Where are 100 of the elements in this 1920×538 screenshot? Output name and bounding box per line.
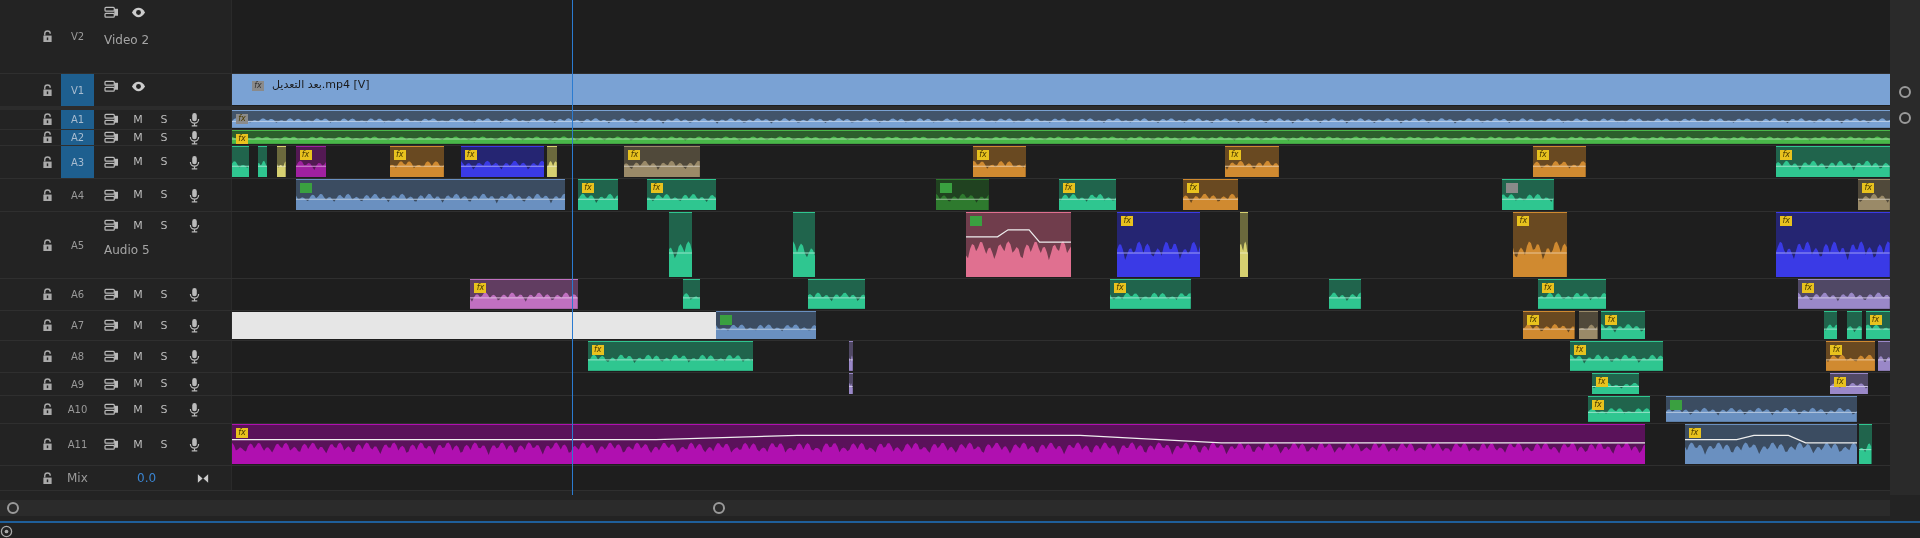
track-target-button[interactable]: A1 — [61, 110, 94, 129]
track-target-button[interactable]: A3 — [61, 146, 94, 178]
audio-clip[interactable]: fx — [1776, 212, 1890, 277]
audio-clip[interactable]: fx — [1109, 279, 1191, 309]
audio-clip[interactable] — [1579, 311, 1598, 339]
track-lane[interactable]: fx fx — [232, 373, 1890, 395]
lock-icon[interactable] — [42, 30, 53, 43]
audio-clip[interactable]: fx — [1865, 311, 1890, 339]
lock-icon[interactable] — [42, 155, 53, 169]
lock-icon[interactable] — [42, 131, 53, 144]
track-lane[interactable]: fx fx fx — [232, 212, 1890, 278]
audio-clip[interactable]: fx — [624, 146, 701, 177]
microphone-icon[interactable] — [189, 376, 200, 392]
track-lane[interactable]: fx fx fx fx fx fx fx fx — [232, 146, 1890, 178]
audio-clip[interactable] — [807, 279, 866, 309]
audio-clip[interactable] — [683, 279, 701, 309]
track-toggle-icon[interactable] — [104, 438, 119, 451]
audio-clip[interactable]: fx — [1183, 179, 1239, 210]
solo-button[interactable]: S — [157, 156, 171, 168]
audio-clip[interactable]: fx — [1224, 146, 1279, 177]
audio-clip[interactable] — [295, 179, 565, 210]
scroll-handle-icon[interactable] — [713, 502, 725, 514]
track-lane[interactable]: fx fx fx — [232, 341, 1890, 372]
eye-icon[interactable] — [131, 6, 146, 19]
audio-clip[interactable]: fx — [1826, 341, 1876, 371]
audio-clip[interactable] — [849, 341, 854, 371]
sync-icon[interactable] — [0, 525, 13, 538]
audio-clip[interactable] — [1847, 311, 1862, 339]
mute-button[interactable]: M — [131, 189, 145, 201]
audio-clip[interactable]: fx — [972, 146, 1026, 177]
lock-icon[interactable] — [42, 319, 53, 332]
audio-clip[interactable]: fx — [1537, 279, 1607, 309]
track-toggle-icon[interactable] — [104, 377, 119, 391]
audio-clip[interactable]: fx — [1684, 424, 1857, 464]
microphone-icon[interactable] — [189, 154, 200, 170]
solo-button[interactable]: S — [157, 378, 171, 390]
audio-clip[interactable] — [1877, 341, 1890, 371]
audio-clip[interactable]: fx — [232, 130, 1890, 144]
audio-clip[interactable]: fx — [646, 179, 717, 210]
audio-clip[interactable] — [793, 212, 816, 277]
audio-clip[interactable]: fx — [295, 146, 327, 177]
track-lane[interactable] — [232, 0, 1890, 73]
track-toggle-icon[interactable] — [104, 319, 119, 332]
solo-button[interactable]: S — [157, 319, 171, 332]
audio-clip[interactable]: fx — [1798, 279, 1890, 309]
audio-clip[interactable]: fx — [587, 341, 753, 371]
lock-icon[interactable] — [42, 350, 53, 363]
lock-icon[interactable] — [42, 238, 53, 252]
track-toggle-icon[interactable] — [104, 6, 119, 19]
track-toggle-icon[interactable] — [104, 131, 119, 144]
audio-clip[interactable] — [257, 146, 268, 177]
lock-icon[interactable] — [42, 438, 53, 451]
vertical-scrollbar[interactable] — [1890, 0, 1920, 495]
track-target-button[interactable]: A2 — [61, 130, 94, 145]
track-toggle-icon[interactable] — [104, 113, 119, 126]
audio-clip[interactable]: fx — [1858, 179, 1890, 210]
lock-icon[interactable] — [42, 377, 53, 391]
audio-clip[interactable] — [849, 373, 854, 394]
scroll-handle-icon[interactable] — [1899, 86, 1911, 98]
microphone-icon[interactable] — [189, 187, 200, 203]
audio-clip[interactable]: fx — [1569, 341, 1663, 371]
audio-clip[interactable]: fx — [1601, 311, 1646, 339]
audio-clip[interactable]: fx — [470, 279, 578, 309]
horizontal-scrollbar[interactable] — [0, 500, 1890, 516]
audio-clip[interactable]: fx — [1532, 146, 1586, 177]
mute-button[interactable]: M — [131, 438, 145, 451]
microphone-icon[interactable] — [189, 287, 200, 302]
eye-icon[interactable] — [131, 80, 146, 93]
audio-clip[interactable]: fx — [1591, 373, 1640, 394]
solo-button[interactable]: S — [157, 113, 171, 126]
microphone-icon[interactable] — [189, 112, 200, 127]
solo-button[interactable]: S — [157, 288, 171, 301]
mute-button[interactable]: M — [131, 350, 145, 363]
audio-clip[interactable]: fx — [1117, 212, 1201, 277]
audio-clip[interactable]: fx — [1058, 179, 1116, 210]
lock-icon[interactable] — [42, 113, 53, 126]
solo-button[interactable]: S — [157, 403, 171, 416]
bowtie-icon[interactable] — [197, 472, 209, 484]
audio-clip[interactable]: fx — [1776, 146, 1890, 177]
microphone-icon[interactable] — [189, 437, 200, 452]
audio-clip[interactable] — [1328, 279, 1361, 309]
scroll-handle-icon[interactable] — [7, 502, 19, 514]
mute-button[interactable]: M — [131, 403, 145, 416]
microphone-icon[interactable] — [189, 318, 200, 333]
mute-button[interactable]: M — [131, 113, 145, 126]
lock-icon[interactable] — [42, 403, 53, 416]
track-lane[interactable]: fx fx — [232, 424, 1890, 465]
audio-clip[interactable] — [232, 146, 250, 177]
audio-clip[interactable]: fx — [578, 179, 619, 210]
track-toggle-icon[interactable] — [104, 403, 119, 416]
track-target-button[interactable]: V1 — [61, 74, 94, 106]
mute-button[interactable]: M — [131, 219, 145, 232]
mute-button[interactable]: M — [131, 131, 145, 144]
audio-clip[interactable] — [668, 212, 692, 277]
mute-button[interactable]: M — [131, 378, 145, 390]
audio-clip[interactable] — [1666, 396, 1857, 422]
audio-clip[interactable]: fx — [389, 146, 444, 177]
track-lane[interactable]: fx fx fx fx fx — [232, 179, 1890, 211]
audio-clip[interactable]: fx — [1588, 396, 1651, 422]
lock-icon[interactable] — [42, 188, 53, 202]
